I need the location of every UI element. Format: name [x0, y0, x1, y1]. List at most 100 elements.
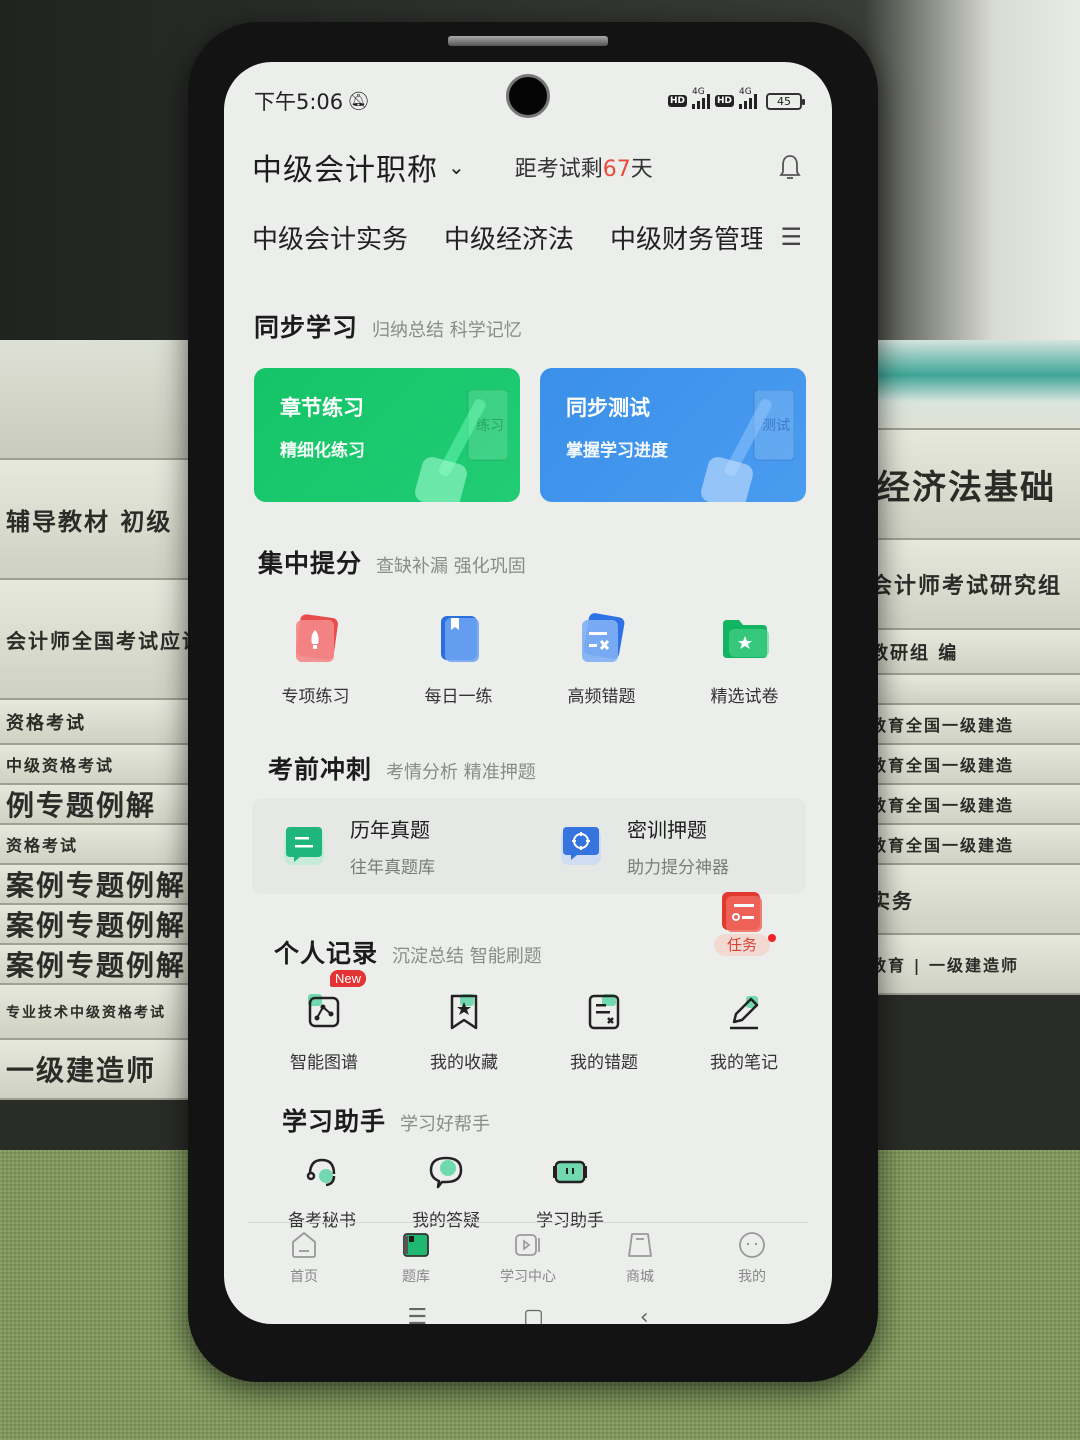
past-papers-item[interactable]: 历年真题 往年真题库: [252, 798, 529, 894]
star-folder-icon: [722, 620, 769, 658]
chevron-down-icon[interactable]: ⌄: [448, 155, 465, 179]
chapter-practice-card[interactable]: 章节练习 精细化练习 练习: [254, 368, 520, 502]
hd-icon: HD: [714, 95, 734, 107]
key-book-icon: 测试: [701, 390, 794, 502]
speech-bubble-icon: [429, 1156, 463, 1189]
pencil-icon: [730, 996, 759, 1030]
wrong-note-icon: [588, 994, 620, 1030]
grid-label: 高频错题: [567, 687, 636, 707]
question-bank-icon: [403, 1233, 429, 1257]
grid-item-smart-graph[interactable]: New 智能图谱: [254, 970, 394, 1073]
svg-text:练习: 练习: [476, 418, 504, 434]
grid-item-special-practice[interactable]: 专项练习: [244, 610, 387, 707]
section-header-focus-boost: 集中提分 查缺补漏 强化巩固: [258, 544, 526, 580]
pre-exam-card: 历年真题 往年真题库 密训押题 助力提分神器: [252, 798, 806, 894]
grid-item-favorites[interactable]: 我的收藏: [394, 992, 534, 1073]
section-subtitle: 沉淀总结 智能刷题: [392, 946, 542, 967]
section-header-assistant: 学习助手 学习好帮手: [282, 1102, 490, 1138]
nav-question-bank[interactable]: 题库: [360, 1230, 472, 1300]
grid-item-my-notes[interactable]: 我的笔记: [674, 992, 814, 1073]
video-icon: [515, 1234, 540, 1256]
section-subtitle: 查缺补漏 强化巩固: [376, 556, 526, 577]
bottom-navigation: 首页 题库 学习中心 商城 我的: [248, 1230, 808, 1300]
bottom-nav-divider: [248, 1222, 808, 1223]
graph-icon-wrap: New: [304, 970, 367, 1032]
section-title: 同步学习: [254, 313, 359, 342]
hd-icon: HD: [667, 95, 687, 107]
grid-item-daily-practice[interactable]: 每日一练: [387, 610, 530, 707]
task-card-icon: [722, 892, 762, 932]
grid-label: 每日一练: [424, 687, 493, 707]
section-title: 学习助手: [282, 1107, 387, 1136]
graph-icon: [308, 994, 340, 1028]
key-book-icon: 练习: [415, 390, 508, 502]
status-bar: 下午5:06 🔕︎ HD 4G HD 4G 45: [254, 86, 805, 116]
grid-label: 我的收藏: [430, 1053, 498, 1073]
exam-selector[interactable]: 中级会计职称: [252, 145, 438, 189]
grid-item-selected-papers[interactable]: 精选试卷: [673, 610, 816, 707]
tab-subject[interactable]: 中级经济法: [444, 219, 574, 256]
nav-shop[interactable]: 商城: [584, 1230, 696, 1300]
task-label: 任务: [714, 934, 770, 956]
grid-item-my-qa[interactable]: 我的答疑: [384, 1154, 508, 1231]
rocket-icon: [295, 614, 338, 662]
mute-bell-icon: 🔕︎: [347, 90, 371, 112]
signal-icon: 4G: [691, 87, 710, 109]
grid-label: 专项练习: [281, 687, 350, 707]
phone-device: 下午5:06 🔕︎ HD 4G HD 4G 45 中级会计职称 ⌄ 距考试剩67…: [188, 22, 878, 1382]
grid-item-exam-secretary[interactable]: 备考秘书: [260, 1154, 384, 1231]
item-title: 密训押题: [627, 818, 707, 842]
secret-training-item[interactable]: 密训押题 助力提分神器: [529, 798, 806, 894]
nav-study-center[interactable]: 学习中心: [472, 1230, 584, 1300]
grid-item-frequent-mistakes[interactable]: 高频错题: [530, 610, 673, 707]
section-header-pre-exam: 考前冲刺 考情分析 精准押题: [268, 750, 536, 786]
nav-label: 题库: [402, 1269, 430, 1285]
exam-countdown: 距考试剩67天: [514, 157, 653, 182]
focus-boost-grid: 专项练习 每日一练 高频错题 精选试卷: [244, 610, 816, 707]
robot-icon: [553, 1160, 587, 1184]
section-header-personal: 个人记录 沉淀总结 智能刷题: [274, 934, 542, 970]
section-header-sync-study: 同步学习 归纳总结 科学记忆: [254, 308, 522, 344]
shop-bag-icon: [628, 1233, 652, 1257]
grid-item-my-mistakes[interactable]: 我的错题: [534, 992, 674, 1073]
grid-item-study-assistant[interactable]: 学习助手: [508, 1154, 632, 1231]
nav-profile[interactable]: 我的: [696, 1230, 808, 1300]
notification-bell-icon[interactable]: [778, 153, 802, 181]
countdown-days: 67: [602, 157, 631, 182]
home-icon: [292, 1232, 316, 1258]
section-title: 考前冲刺: [268, 755, 373, 784]
section-subtitle: 考情分析 精准押题: [386, 762, 536, 783]
nav-home[interactable]: 首页: [248, 1230, 360, 1300]
tab-subject[interactable]: 中级财务管理: [610, 219, 762, 256]
item-title: 历年真题: [350, 818, 430, 842]
personal-records-grid: New 智能图谱 我的收藏 我的错题 我的笔记: [254, 970, 814, 1073]
section-subtitle: 学习好帮手: [400, 1114, 491, 1135]
item-subtitle: 往年真题库: [350, 858, 435, 878]
tab-subject[interactable]: 中级会计实务: [252, 219, 408, 256]
subject-tabs: 中级会计实务 中级经济法 中级财务管理 ☰: [252, 212, 802, 262]
grid-label: 智能图谱: [290, 1053, 358, 1073]
tabs-menu-icon[interactable]: ☰: [780, 223, 802, 251]
section-title: 集中提分: [258, 549, 363, 578]
app-screen: 下午5:06 🔕︎ HD 4G HD 4G 45 中级会计职称 ⌄ 距考试剩67…: [224, 62, 832, 1324]
sync-study-cards: 章节练习 精细化练习 练习 同步测试 掌握学习进度 测试: [254, 368, 806, 502]
headset-icon: [306, 1158, 336, 1187]
sync-test-card[interactable]: 同步测试 掌握学习进度 测试: [540, 368, 806, 502]
item-subtitle: 助力提分神器: [627, 858, 729, 878]
system-navigation-bar: ☰ ▢ ‹: [224, 1302, 832, 1325]
assistant-grid: 备考秘书 我的答疑 学习助手: [260, 1154, 632, 1231]
recent-apps-icon[interactable]: ☰: [407, 1305, 427, 1325]
section-subtitle: 归纳总结 科学记忆: [372, 320, 522, 341]
nav-label: 我的: [738, 1269, 766, 1285]
wrong-questions-icon: [581, 613, 624, 662]
battery-icon: 45: [766, 92, 805, 110]
grid-label: 精选试卷: [710, 687, 779, 707]
task-floating-button[interactable]: 任务: [714, 892, 776, 956]
home-button-icon[interactable]: ▢: [523, 1305, 544, 1325]
status-time: 下午5:06: [254, 90, 344, 114]
grid-label: 我的错题: [570, 1053, 638, 1073]
new-badge: New: [330, 970, 367, 987]
phone-speaker: [448, 36, 608, 46]
chat-list-icon: [284, 827, 324, 865]
back-icon[interactable]: ‹: [640, 1305, 649, 1325]
